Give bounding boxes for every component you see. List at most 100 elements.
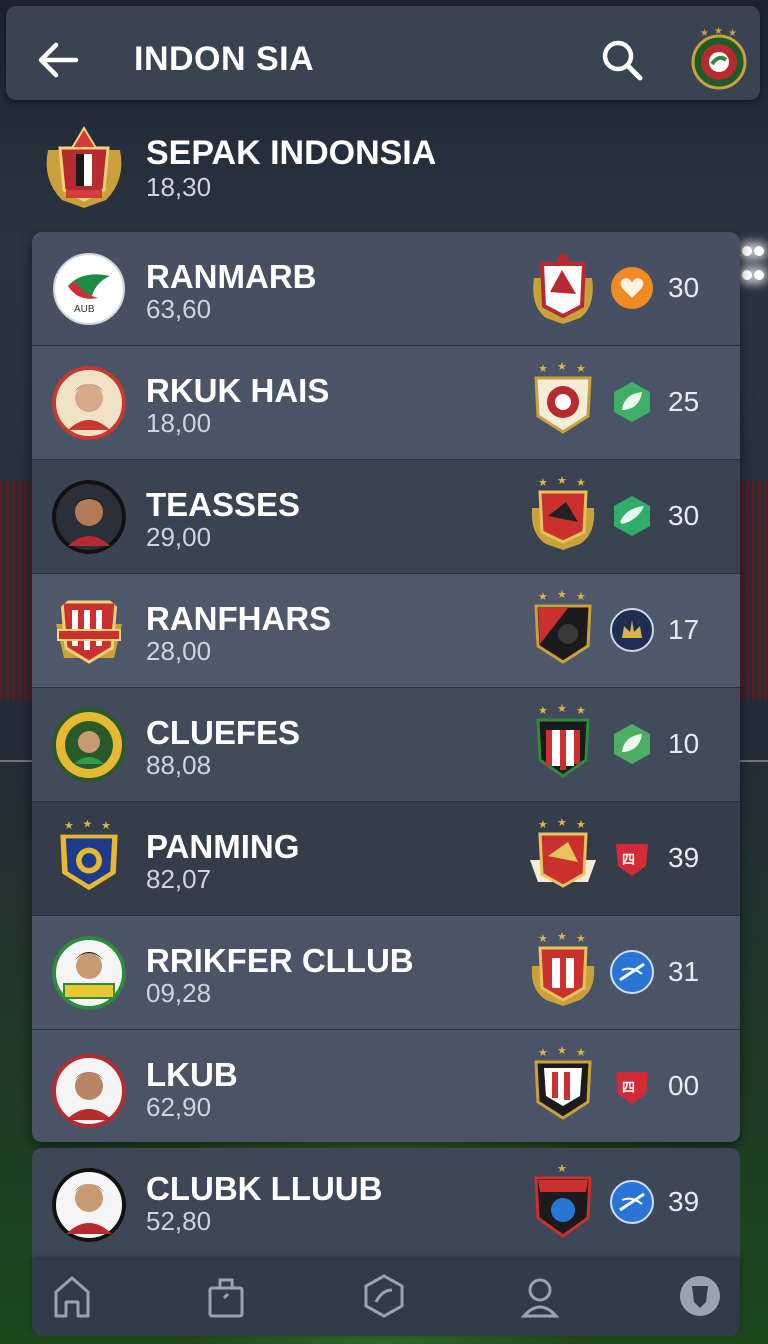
club-value: 63,60 (146, 294, 212, 324)
club-value: 18,00 (146, 408, 212, 438)
list-item[interactable]: RANFHARS 28,00 ★ ★ ★ 17 (32, 574, 740, 689)
globe-icon (610, 1180, 654, 1224)
league-crest-icon (46, 126, 122, 208)
svg-text:★: ★ (714, 26, 723, 37)
shield-icon: 四 (616, 844, 648, 876)
svg-text:四: 四 (622, 1080, 635, 1095)
club-stat: 10 (668, 728, 700, 759)
list-item[interactable]: ★ ★ ★ PANMING 82,07 ★ ★ ★ 四 39 (32, 802, 740, 917)
team-crest-icon: ★ ★ ★ (534, 361, 592, 434)
club-name: RANFHARS (146, 600, 332, 637)
club-stat: 30 (668, 500, 700, 531)
svg-text:★: ★ (538, 933, 548, 945)
list-item[interactable]: RRIKFER CLLUB 09,28 ★ ★ ★ 31 (32, 916, 740, 1031)
svg-text:★: ★ (538, 591, 548, 603)
club-value: 28,00 (146, 636, 212, 666)
svg-text:★: ★ (557, 1163, 567, 1175)
home-icon[interactable] (48, 1272, 96, 1320)
svg-text:★: ★ (101, 820, 111, 832)
svg-text:★: ★ (83, 818, 93, 830)
club-name: PANMING (146, 828, 300, 865)
club-value: 52,80 (146, 1206, 212, 1236)
page-title: INDON SIA (134, 40, 315, 78)
club-name: CLUBK LLUUB (146, 1170, 383, 1207)
league-name: SEPAK INDONSIA (146, 134, 437, 172)
player-avatar (52, 1054, 126, 1128)
svg-text:★: ★ (576, 933, 586, 945)
player-avatar (52, 936, 126, 1010)
club-name: RRIKFER CLLUB (146, 942, 414, 979)
svg-text:AUB: AUB (74, 304, 95, 315)
svg-text:★: ★ (538, 477, 548, 489)
top-bar: INDON SIA ★ ★ ★ (6, 6, 760, 100)
list-item[interactable]: CLUBK LLUUB 52,80 ★ 39 (32, 1148, 740, 1260)
list-item[interactable]: TEASSES 29,00 ★ ★ ★ 30 (32, 460, 740, 575)
svg-text:★: ★ (557, 703, 567, 715)
club-value: 82,07 (146, 864, 212, 894)
club-name: RANMARB (146, 258, 317, 295)
heart-icon (611, 267, 653, 309)
leaf-icon (614, 724, 650, 764)
club-logo-icon (56, 600, 122, 664)
svg-text:★: ★ (557, 475, 567, 487)
crowd-left (0, 480, 34, 700)
svg-text:★: ★ (557, 1045, 567, 1057)
club-stat: 25 (668, 386, 700, 417)
hexagon-icon[interactable] (360, 1272, 408, 1320)
svg-text:★: ★ (538, 363, 548, 375)
svg-text:★: ★ (576, 819, 586, 831)
svg-text:★: ★ (538, 819, 548, 831)
club-list: AUB RANMARB 63,60 30 RKUK HAIS 18,00 ★ ★ ★ (32, 232, 740, 1142)
svg-text:★: ★ (538, 1047, 548, 1059)
shield-icon[interactable] (676, 1272, 724, 1320)
svg-text:★: ★ (576, 477, 586, 489)
club-value: 62,90 (146, 1092, 212, 1122)
list-item[interactable]: RKUK HAIS 18,00 ★ ★ ★ 25 (32, 346, 740, 461)
crown-icon (610, 608, 654, 652)
club-stat: 00 (668, 1070, 700, 1101)
team-crest-icon: ★ ★ ★ (536, 703, 590, 778)
team-crest-icon: ★ ★ ★ (534, 1045, 592, 1120)
user-icon[interactable] (516, 1272, 564, 1320)
team-crest-icon (533, 254, 593, 324)
club-name: LKUB (146, 1056, 238, 1093)
bag-icon[interactable] (202, 1272, 250, 1320)
club-stat: 30 (668, 272, 700, 303)
stadium-lights (738, 240, 768, 300)
club-logo-icon (52, 708, 126, 782)
club-stat: 39 (668, 842, 700, 873)
svg-text:★: ★ (700, 28, 709, 39)
leaf-icon (614, 382, 650, 422)
player-avatar (52, 480, 126, 554)
team-crest-icon: ★ (534, 1163, 592, 1238)
club-name: RKUK HAIS (146, 372, 330, 409)
svg-text:★: ★ (557, 361, 567, 373)
bottom-nav (32, 1260, 740, 1336)
globe-icon (610, 950, 654, 994)
svg-text:★: ★ (64, 820, 74, 832)
club-stat: 17 (668, 614, 700, 645)
team-crest-icon: ★ ★ ★ (531, 931, 595, 1006)
leaf-icon (614, 496, 650, 536)
club-value: 88,08 (146, 750, 212, 780)
league-score: 18,30 (146, 172, 212, 202)
search-icon[interactable] (600, 38, 644, 82)
svg-text:★: ★ (576, 1047, 586, 1059)
svg-text:★: ★ (538, 705, 548, 717)
svg-text:★: ★ (576, 705, 586, 717)
list-item[interactable]: CLUEFES 88,08 ★ ★ ★ 10 (32, 688, 740, 803)
arrow-left-icon[interactable] (36, 38, 80, 82)
svg-text:★: ★ (557, 589, 567, 601)
player-avatar (52, 1168, 126, 1242)
club-name: TEASSES (146, 486, 301, 523)
club-logo-icon: ★ ★ ★ (60, 818, 118, 891)
club-value: 09,28 (146, 978, 212, 1008)
club-stat: 31 (668, 956, 700, 987)
svg-text:★: ★ (576, 363, 586, 375)
team-crest-icon: ★ ★ ★ (530, 817, 596, 888)
club-badge-icon[interactable]: ★ ★ ★ (690, 26, 748, 90)
list-item[interactable]: LKUB 62,90 ★ ★ ★ 四 00 (32, 1030, 740, 1142)
team-crest-icon: ★ ★ ★ (531, 475, 595, 550)
list-item[interactable]: AUB RANMARB 63,60 30 (32, 232, 740, 347)
club-stat: 39 (668, 1186, 700, 1217)
